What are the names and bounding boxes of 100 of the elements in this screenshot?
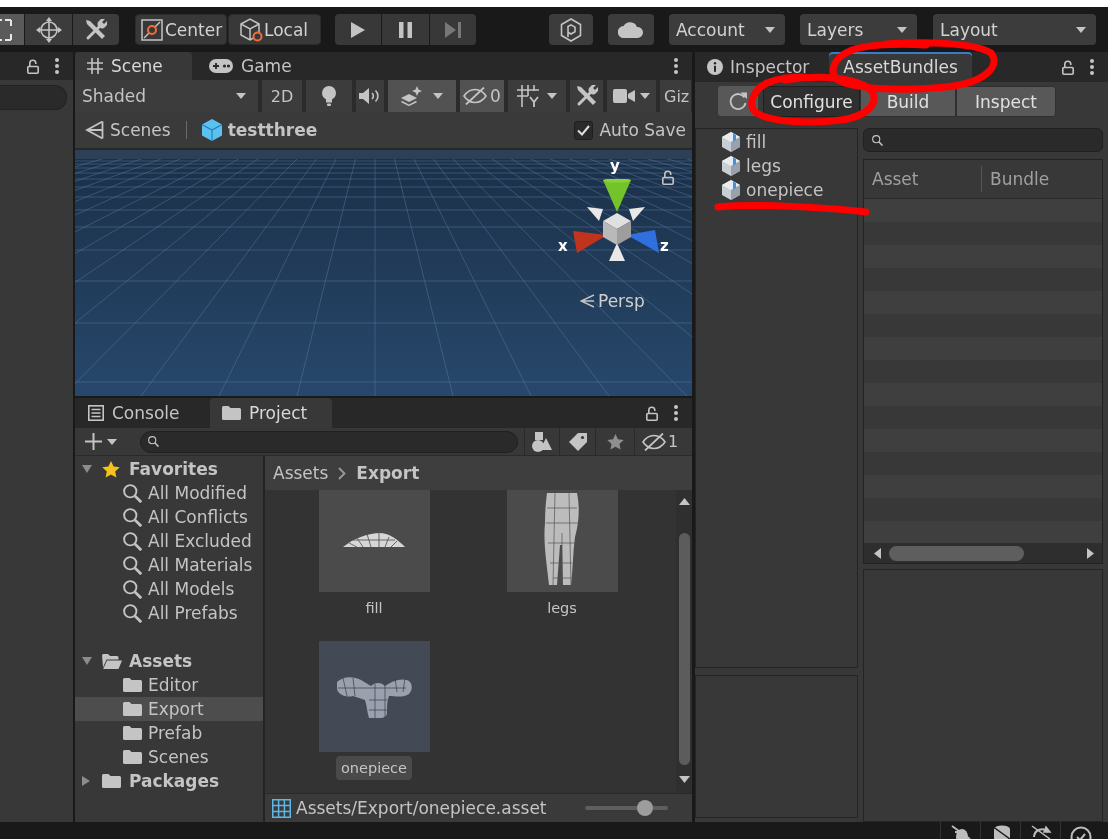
breadcrumb-item[interactable]: Scenes [85,120,171,140]
mode-tab[interactable]: Inspect [956,86,1056,117]
tree-item[interactable]: All Excluded [75,529,263,553]
scroll-down-arrow-icon [678,776,690,783]
hidden-items-toggle[interactable]: 1 [634,428,685,455]
panel-tab[interactable]: Inspector [695,52,822,82]
asset-name[interactable]: legs [542,596,582,620]
tree-item[interactable]: Export [75,697,263,721]
tree-item[interactable]: All Materials [75,553,263,577]
video-camera-icon [613,89,635,103]
audio-toggle[interactable] [356,80,384,112]
lock-icon [662,170,674,185]
scrollbar-thumb[interactable] [889,545,1024,561]
grid-dropdown[interactable] [508,80,566,112]
tree-item[interactable]: All Modified [75,481,263,505]
effects-dropdown[interactable] [388,80,456,112]
asset-thumbnail[interactable] [318,490,430,592]
chevron-right-icon [338,466,347,480]
caret-icon [640,93,650,99]
open-folder-icon [102,653,122,669]
tools-button[interactable] [570,80,603,112]
axis-gizmo[interactable] [572,179,660,262]
hexagon-icon [560,17,582,42]
gizmos-dropdown[interactable]: Giz [660,80,692,112]
eye-slash-icon [641,432,666,451]
pause-button[interactable] [382,14,429,45]
lock-icon [27,58,39,74]
mode-toggle[interactable]: 2D [262,80,302,112]
mode-tab[interactable]: Configure [763,86,860,117]
slider-thumb[interactable] [636,800,653,816]
layers-sparkle-icon [401,86,423,106]
breadcrumb-item[interactable]: Export [356,463,420,483]
search-field[interactable] [140,430,518,453]
tool-button[interactable] [0,14,24,45]
bundle-item[interactable]: fill [696,130,857,154]
tree-item[interactable]: All Prefabs [75,601,263,625]
play-button[interactable] [335,14,381,45]
panel-tab[interactable]: AssetBundles [829,52,972,82]
panel-tab[interactable]: Scene [75,52,192,80]
tag-icon [568,432,587,451]
asset-name[interactable]: fill [360,596,388,620]
folder-icon [123,702,142,716]
cloud-button[interactable] [608,14,654,45]
pivot-button[interactable]: Local [228,14,321,45]
scroll-right-arrow-icon [1087,547,1094,559]
caret-icon [236,93,246,99]
folder-icon [123,726,142,740]
step-forward-icon [445,21,461,38]
tree-item[interactable]: Favorites [75,457,263,481]
projection-toggle[interactable]: Persp [580,291,645,311]
tree-item[interactable]: Scenes [75,745,263,769]
toolbar-dropdown[interactable]: Layers [800,14,917,45]
bundle-item[interactable]: onepiece [696,178,857,202]
panel-tab[interactable]: Console [75,398,207,428]
tree-item[interactable]: All Models [75,577,263,601]
tree-item[interactable]: Prefab [75,721,263,745]
folder-icon [123,678,142,692]
shapes-icon [532,431,552,452]
move-arrows-icon [35,16,62,43]
tool-button[interactable] [73,14,119,45]
checkbox[interactable] [574,120,594,140]
gamepad-icon [209,59,233,73]
tool-button[interactable] [25,14,72,45]
wrench-pencil-icon [85,18,107,41]
toolbar-dropdown[interactable]: Account [669,14,785,45]
tree-item[interactable]: Assets [75,649,263,673]
panel-tab[interactable]: Game [197,52,304,80]
breadcrumb-item[interactable]: testthree [201,119,318,141]
lock-icon [646,405,658,421]
lighting-toggle[interactable] [306,80,352,112]
breadcrumb-item[interactable]: Assets [273,463,329,483]
toolbar-dropdown[interactable]: Layout [933,14,1096,45]
vertical-scrollbar[interactable] [676,490,692,793]
bundle-item[interactable]: legs [696,154,857,178]
pivot-button[interactable]: Center [135,14,227,45]
shading-dropdown[interactable]: Shaded [75,80,258,112]
asset-thumbnail[interactable] [506,490,618,592]
menu-icon [674,58,678,74]
cube-icon [722,156,740,176]
asset-thumbnail[interactable] [318,641,430,752]
visibility-toggle[interactable]: 0 [460,80,504,112]
horizontal-scrollbar[interactable] [864,543,1102,563]
camera-dropdown[interactable] [607,80,656,112]
search-field[interactable] [863,128,1103,152]
panel-tab[interactable]: Project [210,398,332,428]
asset-name[interactable]: onepiece [336,756,412,780]
column-header[interactable]: Asset [864,166,982,192]
hexagon-button[interactable] [549,14,593,45]
caret-icon [547,93,557,99]
column-header[interactable]: Bundle [982,166,1050,192]
scrollbar-thumb[interactable] [678,533,690,765]
bug-icon [949,825,972,839]
tree-item[interactable]: All Conflicts [75,505,263,529]
menu-icon [1090,59,1094,75]
lock-icon [1062,59,1074,75]
tree-item[interactable]: Packages [75,769,263,793]
grid-snap-icon [517,85,539,107]
checkmark-icon [577,124,591,136]
star-icon [606,433,624,450]
tree-item[interactable]: Editor [75,673,263,697]
